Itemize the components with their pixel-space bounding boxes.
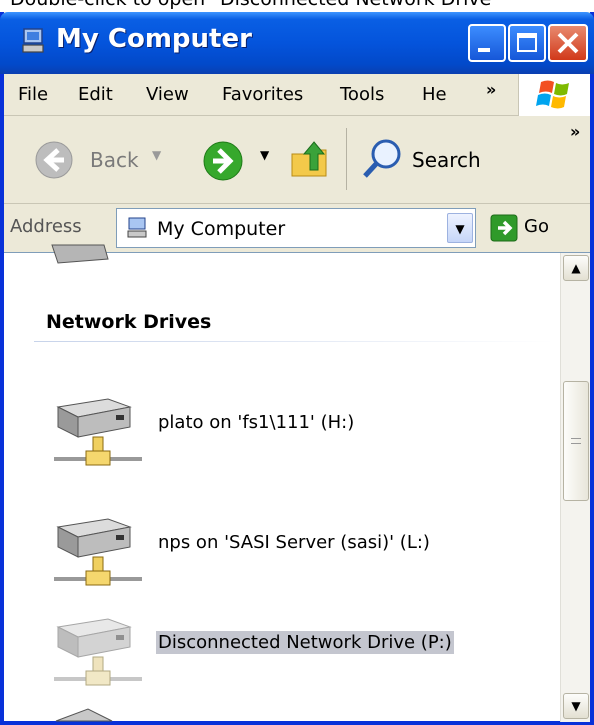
my-computer-small-icon xyxy=(127,217,147,238)
window-title: My Computer xyxy=(56,24,252,54)
up-folder-icon[interactable] xyxy=(288,136,332,182)
address-label: Address xyxy=(10,216,82,237)
minimize-icon xyxy=(478,48,490,52)
partial-drive-icon[interactable] xyxy=(48,241,128,271)
search-icon[interactable] xyxy=(360,136,404,182)
explorer-window: My Computer File Edit View Favorites Too… xyxy=(0,12,594,725)
instruction-caption: Double-click to open "Disconnected Netwo… xyxy=(0,0,594,12)
windows-flag-icon xyxy=(536,80,569,109)
drive-label: nps on 'SASI Server (sasi)' (L:) xyxy=(158,532,430,553)
close-icon xyxy=(557,32,579,54)
toolbar-separator xyxy=(346,128,347,190)
group-heading-network-drives: Network Drives xyxy=(46,311,212,333)
minimize-button[interactable] xyxy=(468,24,506,62)
menu-file[interactable]: File xyxy=(18,84,48,105)
search-button[interactable]: Search xyxy=(412,148,481,172)
menu-help[interactable]: He xyxy=(422,84,447,105)
address-dropdown-button[interactable]: ▼ xyxy=(447,213,473,243)
windows-logo xyxy=(518,74,590,116)
close-button[interactable] xyxy=(548,24,588,62)
group-divider xyxy=(34,341,554,342)
forward-arrow-icon[interactable] xyxy=(202,140,244,182)
network-drive-icon xyxy=(54,398,142,466)
file-list-pane: Network Drives plato on 'fs1\111' (H:) n… xyxy=(4,244,590,722)
partial-drive-icon[interactable] xyxy=(48,705,128,722)
instruction-text: Double-click to open "Disconnected Netwo… xyxy=(10,0,500,10)
menu-bar: File Edit View Favorites Tools He » xyxy=(4,74,590,116)
forward-dropdown-icon[interactable]: ▼ xyxy=(260,148,269,162)
back-arrow-icon[interactable] xyxy=(34,140,74,180)
scroll-up-button[interactable]: ▲ xyxy=(563,255,589,281)
title-bar[interactable]: My Computer xyxy=(0,12,594,74)
disconnected-drive-icon xyxy=(54,618,142,686)
back-dropdown-icon[interactable]: ▼ xyxy=(152,148,161,162)
back-button[interactable]: Back xyxy=(90,148,139,172)
menu-favorites[interactable]: Favorites xyxy=(222,84,303,105)
scroll-thumb[interactable] xyxy=(563,381,589,501)
vertical-scrollbar[interactable]: ▲ ▼ xyxy=(560,253,590,722)
standard-toolbar: Back ▼ ▼ Search » xyxy=(4,116,590,204)
scroll-down-button[interactable]: ▼ xyxy=(563,693,589,719)
network-drive-item[interactable]: plato on 'fs1\111' (H:) xyxy=(48,385,568,475)
go-arrow-icon[interactable] xyxy=(490,214,518,242)
drive-label: plato on 'fs1\111' (H:) xyxy=(158,412,355,433)
address-value: My Computer xyxy=(157,218,286,240)
maximize-button[interactable] xyxy=(508,24,546,62)
network-drive-item[interactable]: nps on 'SASI Server (sasi)' (L:) xyxy=(48,505,568,595)
my-computer-icon xyxy=(22,28,44,53)
toolbar-overflow-chevron[interactable]: » xyxy=(570,122,580,141)
menu-overflow-chevron[interactable]: » xyxy=(486,80,496,99)
disconnected-network-drive-item[interactable]: Disconnected Network Drive (P:) xyxy=(48,605,568,695)
maximize-icon xyxy=(517,33,537,52)
network-drive-icon xyxy=(54,518,142,586)
drive-label-selected: Disconnected Network Drive (P:) xyxy=(156,631,454,654)
go-button[interactable]: Go xyxy=(524,216,549,237)
menu-tools[interactable]: Tools xyxy=(340,84,384,105)
address-field[interactable]: My Computer ▼ xyxy=(116,208,476,248)
menu-edit[interactable]: Edit xyxy=(78,84,113,105)
scroll-grip-icon xyxy=(571,438,581,444)
menu-view[interactable]: View xyxy=(146,84,189,105)
